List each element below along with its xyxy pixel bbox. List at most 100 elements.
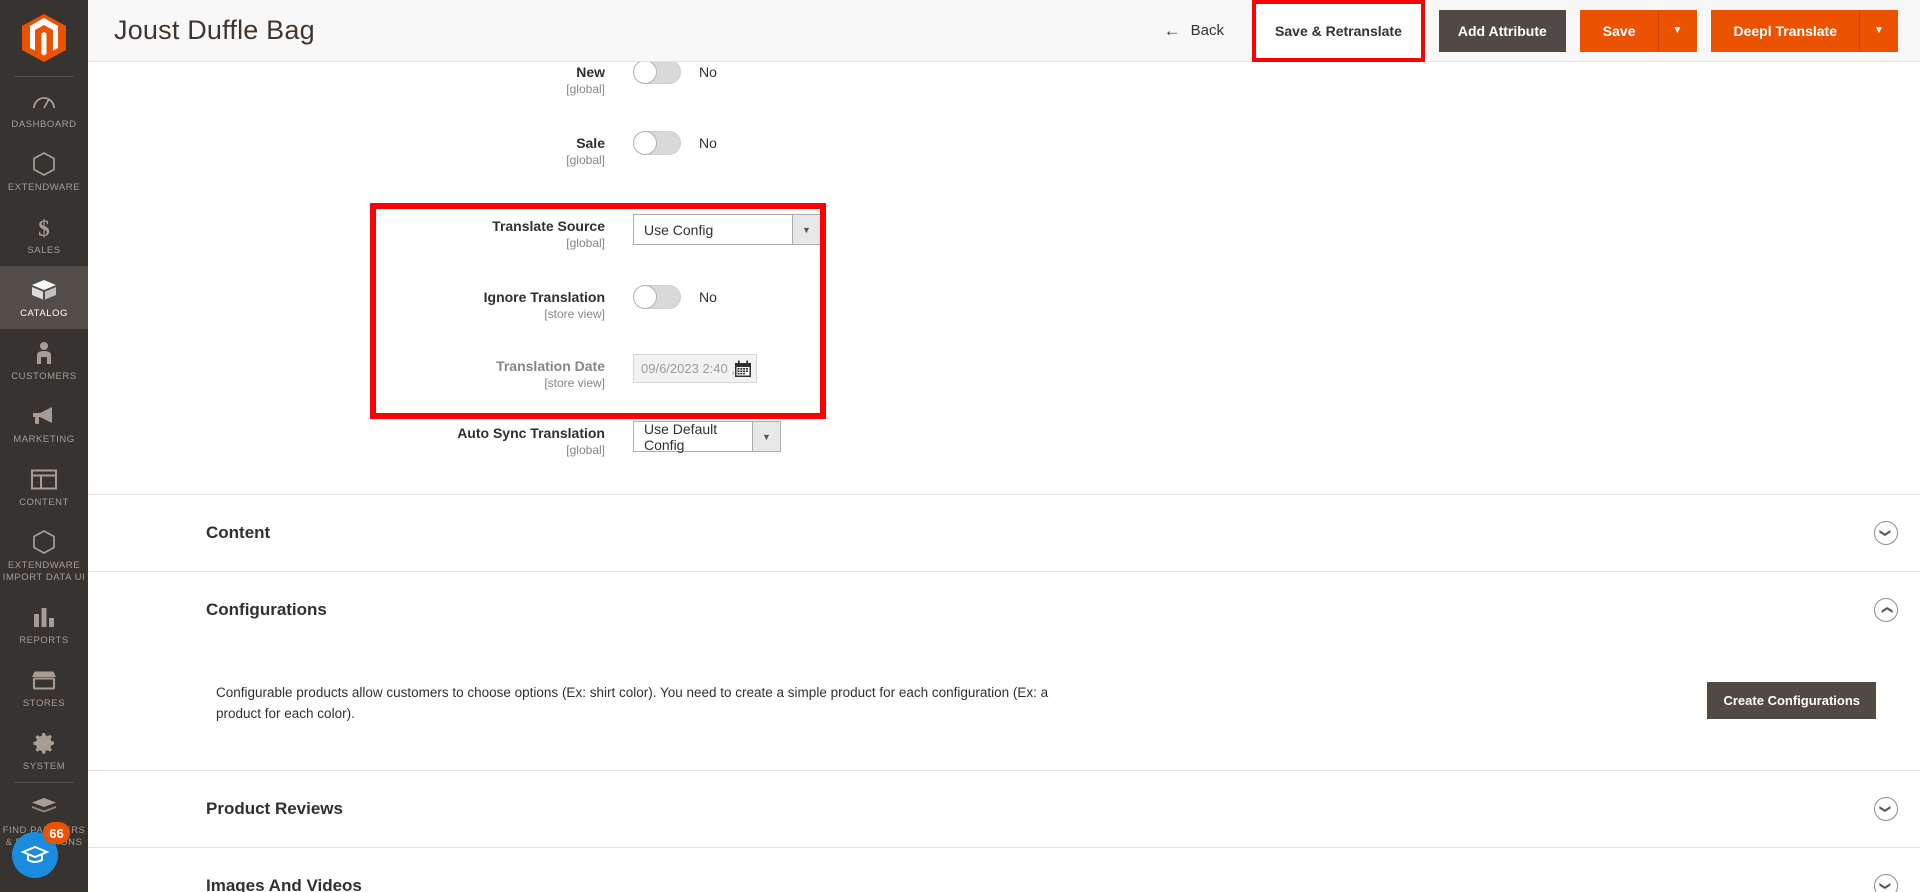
box-icon [31,277,57,303]
calendar-icon[interactable] [734,360,752,378]
bar-chart-icon [32,604,56,630]
new-toggle[interactable] [633,62,681,84]
sidebar-item-stores[interactable]: Stores [0,656,88,719]
chevron-down-icon[interactable]: ❯ [1874,874,1898,892]
magento-logo-icon [22,14,66,62]
translation-date-field: 09/6/2023 2:40 , [633,354,757,383]
chevron-down-icon[interactable]: ❯ [1874,521,1898,545]
sidebar-label: Stores [22,698,66,709]
save-retranslate-highlight: Save & Retranslate [1252,0,1425,62]
section-header-images-and-videos[interactable]: Images And Videos ❯ [88,848,1898,892]
save-and-retranslate-button[interactable]: Save & Retranslate [1258,9,1419,52]
configurations-description: Configurable products allow customers to… [216,685,1049,721]
field-control: No [633,62,717,84]
sidebar-item-catalog[interactable]: Catalog [0,266,88,329]
section-title: Content [206,523,271,542]
field-row-auto-sync-translation: Auto Sync Translation [global] Use Defau… [88,419,1920,458]
translate-source-value: Use Config [634,215,792,244]
storefront-icon [31,667,57,693]
chevron-down-icon[interactable]: ❯ [1874,797,1898,821]
field-row-ignore-translation: Ignore Translation [store view] No [88,283,1920,322]
magento-admin-page: Dashboard Extendware $ Sales [0,0,1920,892]
field-label-col: Translate Source [global] [88,212,633,251]
translation-date-value: 09/6/2023 2:40 , [641,361,734,376]
help-widget-button[interactable]: 66 [12,822,70,878]
save-button[interactable]: Save [1579,9,1659,52]
translate-source-select[interactable]: Use Config ▼ [633,214,821,245]
ignore-translation-value: No [699,289,717,305]
sidebar-item-extendware[interactable]: Extendware [0,140,88,203]
sidebar-item-dashboard[interactable]: Dashboard [0,77,88,140]
sidebar-label: System [22,761,66,772]
extension-icon [31,794,57,820]
field-scope: [global] [566,443,605,457]
sidebar-item-system[interactable]: System [0,719,88,782]
graduation-cap-icon [21,845,49,863]
field-label: Auto Sync Translation [457,425,605,441]
toggle-knob [633,62,657,84]
back-button[interactable]: ← Back [1150,14,1238,47]
ignore-translation-toggle[interactable] [633,285,681,309]
field-label-col: New [global] [88,62,633,97]
field-label-col: Ignore Translation [store view] [88,283,633,322]
sidebar-item-reports[interactable]: Reports [0,593,88,656]
field-scope: [store view] [544,376,605,390]
section-title: Configurations [206,600,327,619]
field-label-col: Auto Sync Translation [global] [88,419,633,458]
deepl-translate-dropdown-toggle[interactable]: ▼ [1860,9,1898,52]
deepl-translate-button[interactable]: Deepl Translate [1710,9,1860,52]
field-control: No [633,283,717,309]
page-body: New [global] No Sale [global] No Transla… [88,62,1920,892]
help-widget-badge: 66 [43,822,70,844]
field-label-col: Sale [global] [88,129,633,168]
sidebar-label: Catalog [20,308,68,319]
field-label: New [576,64,605,80]
field-scope: [store view] [544,307,605,321]
sidebar-label: Marketing [13,434,75,445]
field-label: Ignore Translation [483,289,605,305]
field-control: 09/6/2023 2:40 , [633,352,757,383]
sidebar-item-content[interactable]: Content [0,455,88,518]
section-title: Product Reviews [206,799,343,818]
chevron-up-icon[interactable]: ❯ [1874,598,1898,622]
field-label: Translate Source [492,218,605,234]
field-control: Use Default Config ▼ [633,419,781,453]
add-attribute-button[interactable]: Add Attribute [1438,9,1566,52]
field-control: Use Config ▼ [633,212,821,245]
field-scope: [global] [566,153,605,167]
chevron-down-icon: ▼ [792,215,820,244]
save-dropdown-toggle[interactable]: ▼ [1658,9,1697,52]
section-header-product-reviews[interactable]: Product Reviews ❯ [88,771,1898,847]
megaphone-icon [31,403,57,429]
sidebar-label: Content [19,497,69,508]
configurations-body: Configurable products allow customers to… [88,648,1898,770]
section-images-and-videos: Images And Videos ❯ [88,848,1920,892]
dollar-icon: $ [34,214,54,240]
sidebar-item-extendware-import-data-ui[interactable]: Extendware Import Data UI [0,518,88,593]
field-control: No [633,129,717,155]
create-configurations-button[interactable]: Create Configurations [1707,682,1876,719]
svg-text:$: $ [38,216,50,239]
section-title: Images And Videos [206,876,362,892]
toggle-knob [633,131,657,155]
section-header-configurations[interactable]: Configurations ❯ [88,572,1898,648]
magento-logo[interactable] [0,0,88,76]
field-label: Translation Date [496,358,605,374]
sidebar-item-customers[interactable]: Customers [0,329,88,392]
sale-toggle[interactable] [633,131,681,155]
caret-down-icon: ▼ [1672,25,1683,36]
section-configurations: Configurations ❯ Configurable products a… [88,572,1920,771]
person-icon [35,340,53,366]
sidebar-item-marketing[interactable]: Marketing [0,392,88,455]
arrow-left-icon: ← [1163,21,1181,40]
field-scope: [global] [566,82,605,96]
field-label-col: Translation Date [store view] [88,352,633,391]
auto-sync-translation-select[interactable]: Use Default Config ▼ [633,421,781,453]
field-row-translation-date: Translation Date [store view] 09/6/2023 … [88,352,1920,391]
field-label: Sale [576,135,605,151]
header-actions: ← Back Save & Retranslate Add Attribute … [1150,0,1898,62]
gear-icon [32,730,56,756]
sidebar-item-sales[interactable]: $ Sales [0,203,88,266]
section-product-reviews: Product Reviews ❯ [88,771,1920,848]
section-header-content[interactable]: Content ❯ [88,495,1898,571]
